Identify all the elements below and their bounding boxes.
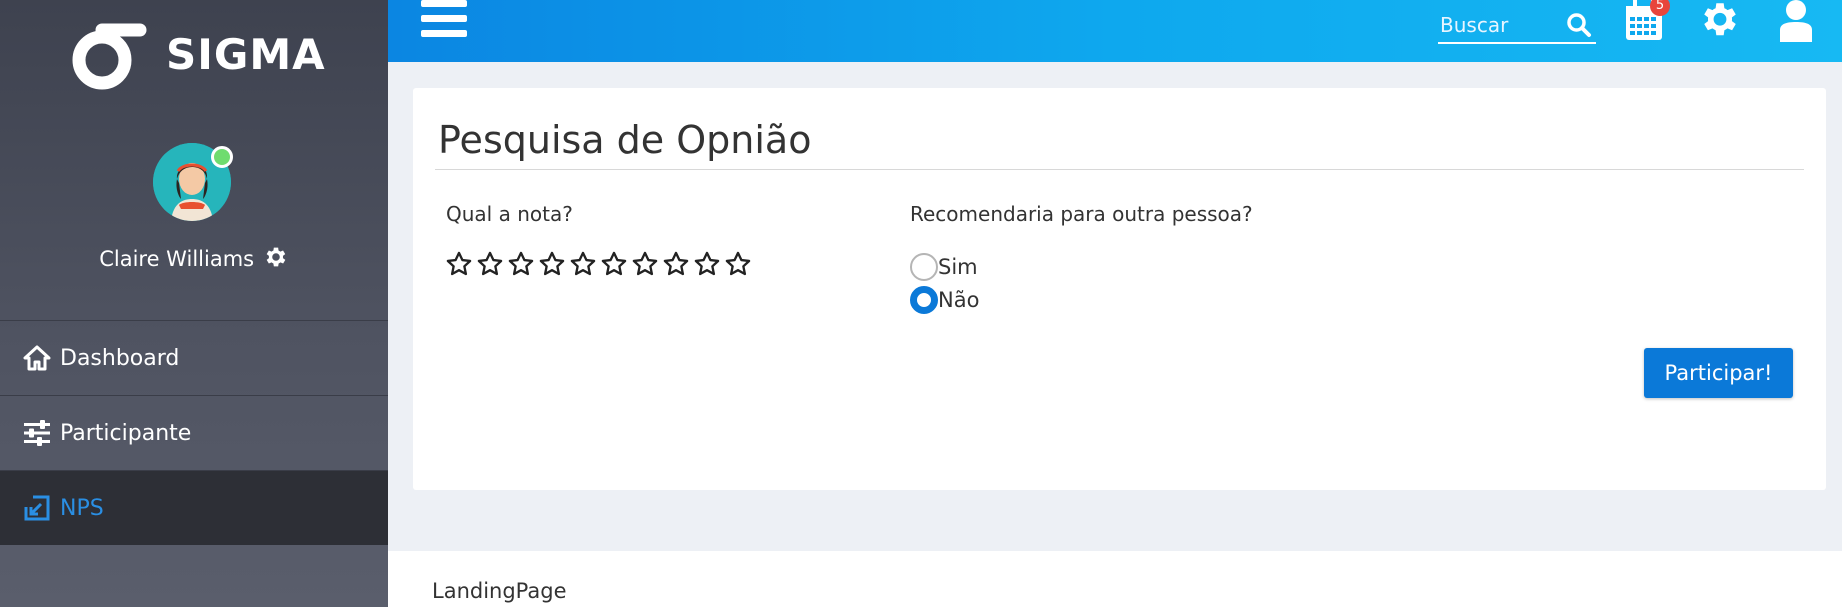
user-profile-icon[interactable]: [1778, 0, 1814, 48]
user-settings-gear-icon[interactable]: [263, 244, 289, 275]
radio-nao[interactable]: [910, 286, 938, 314]
search-input[interactable]: [1438, 10, 1562, 40]
footer-text: LandingPage: [432, 579, 567, 603]
search-icon[interactable]: [1566, 12, 1592, 42]
radio-label-sim: Sim: [938, 255, 978, 279]
star-8[interactable]: [662, 250, 690, 278]
title-divider: [435, 169, 1804, 170]
sidebar-item-label: NPS: [60, 495, 104, 521]
star-9[interactable]: [693, 250, 721, 278]
footer: LandingPage: [388, 551, 1842, 607]
online-status-dot: [211, 146, 233, 168]
home-icon: [22, 343, 52, 373]
radio-option-sim[interactable]: Sim: [910, 253, 978, 281]
star-1[interactable]: [445, 250, 473, 278]
sigma-logo-icon: [72, 23, 147, 90]
star-6[interactable]: [600, 250, 628, 278]
logo[interactable]: SIGMA: [66, 18, 326, 90]
star-rating: [445, 250, 752, 278]
nps-icon: [22, 493, 52, 523]
star-10[interactable]: [724, 250, 752, 278]
star-3[interactable]: [507, 250, 535, 278]
rating-question-label: Qual a nota?: [446, 202, 573, 226]
participar-button[interactable]: Participar!: [1644, 348, 1793, 398]
menu-toggle-icon[interactable]: [421, 0, 467, 42]
sidebar-item-participante[interactable]: Participante: [0, 395, 388, 470]
sidebar-nav: Dashboard Participante NPS: [0, 320, 388, 545]
sidebar-item-dashboard[interactable]: Dashboard: [0, 320, 388, 395]
page-title: Pesquisa de Opnião: [438, 118, 812, 162]
radio-option-nao[interactable]: Não: [910, 286, 979, 314]
settings-gear-icon[interactable]: [1698, 0, 1742, 48]
radio-label-nao: Não: [938, 288, 980, 312]
sidebar-item-label: Participante: [60, 420, 192, 446]
survey-card: Pesquisa de Opnião Qual a nota? Recomend…: [413, 88, 1826, 490]
star-2[interactable]: [476, 250, 504, 278]
user-name: Claire Williams: [99, 247, 255, 271]
user-name-row: Claire Williams: [0, 244, 388, 275]
calendar-badge: 5: [1650, 0, 1670, 16]
radio-sim[interactable]: [910, 253, 938, 281]
sliders-icon: [22, 418, 52, 448]
sidebar: SIGMA Claire Williams Dashboard Particip…: [0, 0, 388, 607]
star-7[interactable]: [631, 250, 659, 278]
recommend-question-label: Recomendaria para outra pessoa?: [910, 202, 1253, 226]
search-box: [1438, 10, 1596, 44]
sidebar-item-nps[interactable]: NPS: [0, 470, 388, 545]
star-4[interactable]: [538, 250, 566, 278]
topbar: 5: [388, 0, 1842, 62]
star-5[interactable]: [569, 250, 597, 278]
sidebar-item-label: Dashboard: [60, 345, 180, 371]
logo-text: SIGMA: [166, 29, 326, 79]
